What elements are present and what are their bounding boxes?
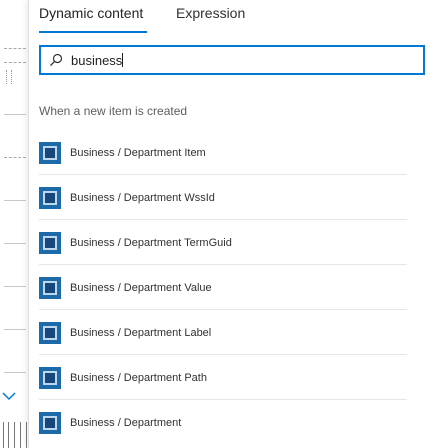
sharepoint-icon [39, 276, 61, 299]
tab-dynamic-content-label: Dynamic content [39, 5, 144, 21]
list-item[interactable]: Business / Department Label [29, 310, 434, 355]
list-item-label: Business / Department Value [70, 281, 212, 294]
list-item-label: Business / Department Item [70, 146, 206, 159]
text-caret [122, 52, 124, 67]
sharepoint-icon [39, 186, 61, 209]
tab-expression-label: Expression [176, 5, 246, 21]
list-item[interactable]: Business / Department Item [29, 130, 434, 175]
background-bars [0, 422, 30, 448]
list-item[interactable]: Business / Department [29, 400, 434, 445]
background-divider [4, 114, 26, 115]
background-divider [4, 200, 26, 201]
background-divider [4, 286, 26, 287]
search-input-value: business [71, 52, 123, 68]
sharepoint-icon [39, 321, 61, 344]
tab-expression[interactable]: Expression [176, 4, 245, 28]
section-header: When a new item is created [39, 104, 188, 118]
chevron-down-icon[interactable] [2, 390, 18, 404]
search-icon [41, 47, 71, 73]
list-item-label: Business / Department Label [70, 326, 212, 339]
background-divider [4, 157, 26, 158]
sharepoint-icon [39, 231, 61, 254]
list-item[interactable]: Business / Department WssId [29, 175, 434, 220]
list-item-label: Business / Department TermGuid [70, 236, 232, 249]
sharepoint-icon [39, 411, 61, 434]
background-divider [4, 48, 26, 49]
list-item[interactable]: Business / Department Value [29, 265, 434, 310]
background-divider [4, 243, 26, 244]
sharepoint-icon [39, 141, 61, 164]
background-divider [4, 372, 26, 373]
active-tab-indicator [39, 31, 147, 33]
background-divider [4, 329, 26, 330]
list-item-label: Business / Department WssId [70, 191, 215, 204]
tab-dynamic-content[interactable]: Dynamic content [39, 4, 143, 28]
list-item[interactable]: Business / Department TermGuid [29, 220, 434, 265]
dynamic-content-list: Business / Department Item Business / De… [29, 130, 434, 445]
tab-bar: Dynamic content Expression [29, 0, 434, 36]
background-divider [4, 62, 26, 63]
resize-grip-icon [6, 70, 12, 84]
list-item[interactable]: Business / Department Path [29, 355, 434, 400]
sharepoint-icon [39, 366, 61, 389]
search-box[interactable]: business [39, 45, 425, 75]
search-input[interactable]: business [71, 52, 124, 68]
list-item-label: Business / Department Path [70, 371, 207, 384]
dynamic-content-flyout: Dynamic content Expression business When… [28, 0, 434, 448]
background-page [0, 0, 30, 448]
list-item-label: Business / Department [70, 416, 182, 429]
